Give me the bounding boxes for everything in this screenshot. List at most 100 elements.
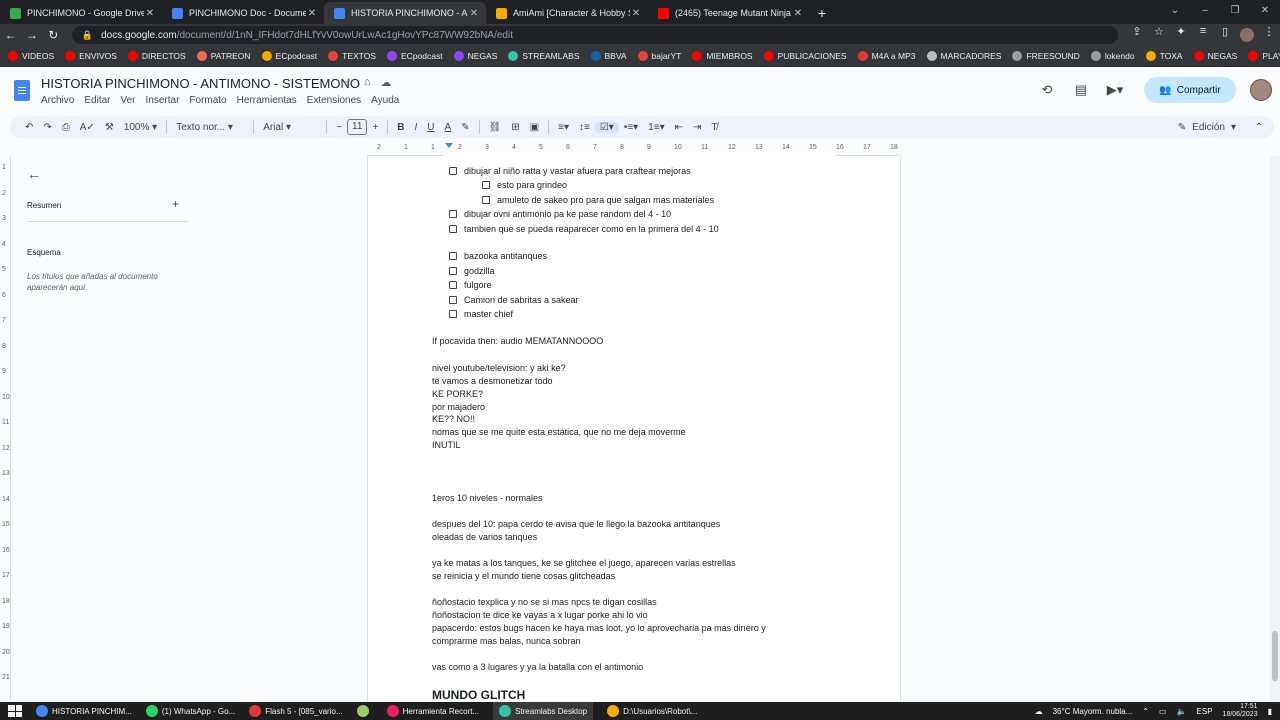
highlight-icon[interactable]: ✎ — [456, 122, 474, 133]
weather-text[interactable]: 36°C Mayorm. nubla... — [1053, 707, 1133, 716]
checkbox[interactable] — [449, 267, 457, 275]
bookmark-star-icon[interactable]: ☆ — [1148, 25, 1170, 45]
history-icon[interactable]: ⟲ — [1030, 82, 1064, 98]
checklist-item[interactable]: dibujar ovni antimonio pa ke pase random… — [449, 209, 671, 219]
collapse-menus-icon[interactable]: ⌃ — [1250, 122, 1268, 133]
increase-font-icon[interactable]: + — [367, 122, 383, 133]
profile-avatar[interactable] — [1236, 25, 1258, 45]
bookmark-item[interactable]: bajarYT — [637, 51, 681, 61]
bookmark-item[interactable]: M4A a MP3 — [857, 51, 916, 61]
taskbar-app[interactable]: D:\Usuarios\Robot\... — [607, 702, 697, 720]
taskbar-app[interactable]: HISTORIA PINCHIM... — [36, 702, 132, 720]
style-select[interactable]: Texto nor... ▾ — [171, 122, 249, 133]
menu-item[interactable]: Archivo — [41, 95, 74, 106]
increase-indent-icon[interactable]: ⇥ — [688, 122, 706, 133]
clock[interactable]: 17:51 18/06/2023 — [1223, 703, 1258, 719]
checklist-item[interactable]: master chief — [449, 309, 513, 319]
tray-chevron-icon[interactable]: ⌃ — [1142, 707, 1149, 716]
text-color-icon[interactable]: A — [440, 122, 457, 133]
checkbox[interactable] — [449, 167, 457, 175]
checklist-item[interactable]: dibujar al niño ratta y vastar afuera pa… — [449, 166, 691, 176]
network-icon[interactable]: ▭ — [1159, 707, 1167, 716]
close-tab-icon[interactable]: ✕ — [630, 8, 642, 19]
menu-item[interactable]: Editar — [84, 95, 110, 106]
cloud-status-icon[interactable]: ☁ — [381, 76, 392, 89]
checkbox[interactable] — [449, 252, 457, 260]
close-tab-icon[interactable]: ✕ — [144, 8, 156, 19]
paint-format-icon[interactable]: ⚒ — [100, 122, 119, 133]
menu-item[interactable]: Insertar — [146, 95, 180, 106]
decrease-font-icon[interactable]: − — [331, 122, 347, 133]
lock-icon[interactable]: 🔒 — [82, 30, 93, 41]
browser-tab[interactable]: HISTORIA PINCHIMONO - ANTIM✕ — [324, 2, 486, 24]
close-outline-icon[interactable]: ← — [27, 166, 41, 182]
menu-item[interactable]: Herramientas — [237, 95, 297, 106]
horizontal-ruler[interactable]: 2 1 1 2 3 4 5 6 7 8 9 10 11 12 13 14 15 16 17 18 — [367, 143, 901, 156]
checklist-item[interactable]: amuleto de sakeo pro para que salgan mas… — [482, 195, 714, 205]
undo-icon[interactable]: ↶ — [20, 122, 38, 133]
edit-mode-select[interactable]: Edición — [1192, 122, 1225, 133]
vertical-scrollbar[interactable] — [1270, 156, 1280, 701]
comments-icon[interactable]: ▤ — [1064, 82, 1098, 98]
taskbar-app[interactable]: Herramienta Recort... — [386, 702, 479, 720]
bookmark-item[interactable]: ECpodcast — [261, 51, 317, 61]
meet-icon[interactable]: ▶▾ — [1098, 82, 1132, 98]
account-avatar[interactable] — [1250, 79, 1272, 101]
bookmark-item[interactable]: MARCADORES — [926, 51, 1001, 61]
checklist-item[interactable]: fulgore — [449, 280, 492, 290]
taskbar-app[interactable] — [356, 702, 373, 720]
print-icon[interactable]: ⎙ — [57, 122, 75, 133]
bookmark-item[interactable]: MIEMBROS — [692, 51, 753, 61]
font-select[interactable]: Arial ▾ — [258, 122, 322, 133]
insert-image-icon[interactable]: ▣ — [525, 122, 544, 133]
checkbox[interactable] — [482, 196, 490, 204]
sidepanel-icon[interactable]: ▯ — [1214, 25, 1236, 45]
numbered-list-icon[interactable]: 1≡▾ — [643, 122, 669, 133]
checkbox[interactable] — [449, 296, 457, 304]
document-page[interactable]: dibujar al niño ratta y vastar afuera pa… — [367, 156, 901, 701]
align-icon[interactable]: ≡▾ — [553, 122, 574, 133]
bookmark-item[interactable]: ECpodcast — [386, 51, 443, 61]
bookmark-item[interactable]: PATREON — [196, 51, 251, 61]
checklist-item[interactable]: Camion de sabritas a sakear — [449, 295, 579, 305]
bookmark-item[interactable]: TEXTOS — [328, 51, 376, 61]
bookmark-item[interactable]: PUBLICACIONES — [763, 51, 847, 61]
close-tab-icon[interactable]: ✕ — [792, 8, 804, 19]
checkbox[interactable] — [449, 281, 457, 289]
spellcheck-icon[interactable]: A✓ — [75, 122, 100, 133]
close-tab-icon[interactable]: ✕ — [468, 8, 480, 19]
menu-item[interactable]: Ver — [120, 95, 135, 106]
browser-tab[interactable]: PINCHIMONO - Google Drive ✕ — [0, 2, 162, 24]
docs-logo-icon[interactable] — [14, 80, 30, 101]
restore-icon[interactable]: ❐ — [1220, 0, 1250, 22]
checkbox[interactable] — [449, 225, 457, 233]
bookmark-item[interactable]: ENVIVOS — [65, 51, 117, 61]
checklist-item[interactable]: tambien que se pueda reaparecer como en … — [449, 224, 719, 234]
bulleted-list-icon[interactable]: •≡▾ — [619, 122, 643, 133]
menu-item[interactable]: Extensiones — [307, 95, 361, 106]
notifications-icon[interactable]: ▮ — [1268, 707, 1272, 716]
clear-formatting-icon[interactable]: T̸ — [706, 122, 722, 133]
bookmark-item[interactable]: NEGAS — [453, 51, 497, 61]
bookmark-item[interactable]: BBVA — [590, 51, 627, 61]
minimize-icon[interactable]: – — [1190, 0, 1220, 22]
taskbar-app[interactable]: Flash 5 - [085_vario... — [249, 702, 343, 720]
decrease-indent-icon[interactable]: ⇤ — [670, 122, 688, 133]
vertical-ruler[interactable]: 1 2 3 4 5 6 7 8 9 10 11 12 13 14 15 16 17 18 19 20 21 — [0, 156, 11, 701]
new-tab-button[interactable]: + — [810, 2, 834, 24]
checkbox[interactable] — [482, 181, 490, 189]
close-tab-icon[interactable]: ✕ — [306, 8, 318, 19]
zoom-select[interactable]: 100% ▾ — [119, 122, 162, 133]
close-window-icon[interactable]: ✕ — [1250, 0, 1280, 22]
share-button[interactable]: 👥 Compartir — [1144, 77, 1236, 103]
taskbar-app[interactable]: Streamlabs Desktop — [493, 702, 594, 720]
redo-icon[interactable]: ↷ — [38, 122, 56, 133]
checklist-item[interactable]: bazooka antitanques — [449, 251, 547, 261]
menu-item[interactable]: Ayuda — [371, 95, 399, 106]
weather-icon[interactable]: ☁ — [1035, 707, 1043, 716]
add-summary-icon[interactable]: + — [172, 197, 179, 211]
browser-tab[interactable]: PINCHIMONO Doc - Documento✕ — [162, 2, 324, 24]
bookmark-item[interactable]: VIDEOS — [8, 51, 54, 61]
checkbox[interactable] — [449, 310, 457, 318]
url-input[interactable]: 🔒 docs.google.com /document/d/1nN_IFHdot… — [71, 26, 1118, 44]
